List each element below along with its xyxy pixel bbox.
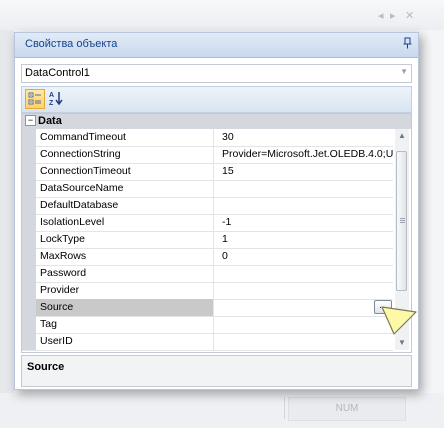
row-gutter [22, 214, 36, 231]
window-back-icon[interactable]: ◂ [378, 9, 384, 22]
property-row[interactable]: UserID [22, 333, 393, 351]
property-row[interactable]: MaxRows 0 [22, 248, 393, 266]
property-value[interactable]: 15 [219, 163, 396, 180]
row-gutter [22, 197, 36, 214]
property-name: DataSourceName [36, 180, 214, 197]
chevron-down-icon[interactable]: ▼ [400, 67, 408, 76]
property-value[interactable]: 0 [219, 248, 396, 265]
grip-line [400, 218, 405, 219]
status-bar: NUM [0, 393, 444, 428]
row-gutter [22, 316, 36, 333]
property-value[interactable] [219, 316, 396, 333]
row-gutter [22, 333, 36, 350]
property-value[interactable] [219, 282, 396, 299]
property-name: Source [36, 299, 214, 316]
property-name: Tag [36, 316, 214, 333]
property-name: ConnectionTimeout [36, 163, 214, 180]
object-selector-combobox[interactable]: DataControl1 ▼ [21, 64, 412, 83]
window-close-icon[interactable]: ✕ [405, 9, 414, 22]
property-row[interactable]: ConnectionString Provider=Microsoft.Jet.… [22, 146, 393, 164]
property-row[interactable]: IsolationLevel -1 [22, 214, 393, 232]
property-name: ConnectionString [36, 146, 214, 163]
scroll-down-icon[interactable]: ▼ [398, 338, 406, 347]
sort-alphabetical-icon: A Z [49, 92, 63, 107]
scroll-up-icon[interactable]: ▲ [398, 131, 406, 140]
property-value[interactable]: 1 [219, 231, 396, 248]
left-dock-strip [0, 30, 14, 400]
row-gutter [22, 163, 36, 180]
description-pane: Source [21, 355, 412, 387]
property-value[interactable]: -1 [219, 214, 396, 231]
property-value[interactable]: 30 [219, 129, 396, 146]
property-value[interactable] [219, 180, 396, 197]
property-name: DefaultDatabase [36, 197, 214, 214]
svg-text:A: A [49, 92, 54, 99]
row-gutter [22, 146, 36, 163]
grip-line [400, 220, 405, 221]
panel-title: Свойства объекта [25, 38, 118, 50]
property-row[interactable]: Password [22, 265, 393, 283]
property-value[interactable]: Provider=Microsoft.Jet.OLEDB.4.0;U [219, 146, 396, 163]
window-forward-icon[interactable]: ▸ [390, 9, 396, 22]
row-gutter [22, 129, 36, 146]
property-value[interactable] [219, 197, 396, 214]
alphabetical-button[interactable]: A Z [47, 89, 67, 109]
pin-icon[interactable] [403, 37, 412, 52]
window-frame-top: ◂ ▸ ✕ [0, 0, 444, 30]
property-value[interactable] [219, 299, 396, 316]
property-name: CommandTimeout [36, 129, 214, 146]
row-gutter [22, 282, 36, 299]
property-value[interactable] [219, 265, 396, 282]
description-title: Source [27, 361, 65, 373]
property-row[interactable]: DefaultDatabase [22, 197, 393, 215]
row-gutter [22, 265, 36, 282]
property-row[interactable]: Tag [22, 316, 393, 334]
num-lock-indicator: NUM [288, 397, 406, 421]
property-name: MaxRows [36, 248, 214, 265]
property-row[interactable]: LockType 1 [22, 231, 393, 249]
property-name: Password [36, 265, 214, 282]
row-gutter [22, 248, 36, 265]
property-value[interactable] [219, 333, 396, 350]
property-grid: − Data CommandTimeout 30 ConnectionStrin… [21, 113, 412, 353]
properties-toolbar: A Z [21, 86, 412, 113]
categorized-button[interactable] [25, 89, 45, 109]
row-gutter [22, 299, 36, 316]
scrollbar-thumb[interactable] [396, 151, 407, 291]
collapse-icon[interactable]: − [25, 115, 36, 126]
object-properties-panel: Свойства объекта DataControl1 ▼ A Z − Da… [14, 32, 419, 390]
property-name: LockType [36, 231, 214, 248]
property-row[interactable]: DataSourceName [22, 180, 393, 198]
property-row[interactable]: Provider [22, 282, 393, 300]
status-separator [284, 397, 285, 419]
mouse-pointer-icon [381, 306, 417, 335]
property-name: Provider [36, 282, 214, 299]
property-name: UserID [36, 333, 214, 350]
category-name: Data [38, 115, 62, 127]
property-name: IsolationLevel [36, 214, 214, 231]
panel-title-bar: Свойства объекта [15, 33, 418, 58]
row-gutter [22, 180, 36, 197]
object-selector-value: DataControl1 [25, 67, 90, 79]
property-row-selected[interactable]: Source ... [22, 299, 393, 317]
category-header-data[interactable]: − Data [22, 114, 411, 129]
property-row[interactable]: ConnectionTimeout 15 [22, 163, 393, 181]
row-gutter [22, 231, 36, 248]
svg-text:Z: Z [49, 100, 54, 107]
categorized-icon [28, 92, 41, 105]
grip-line [400, 222, 405, 223]
property-row[interactable]: CommandTimeout 30 [22, 129, 393, 147]
